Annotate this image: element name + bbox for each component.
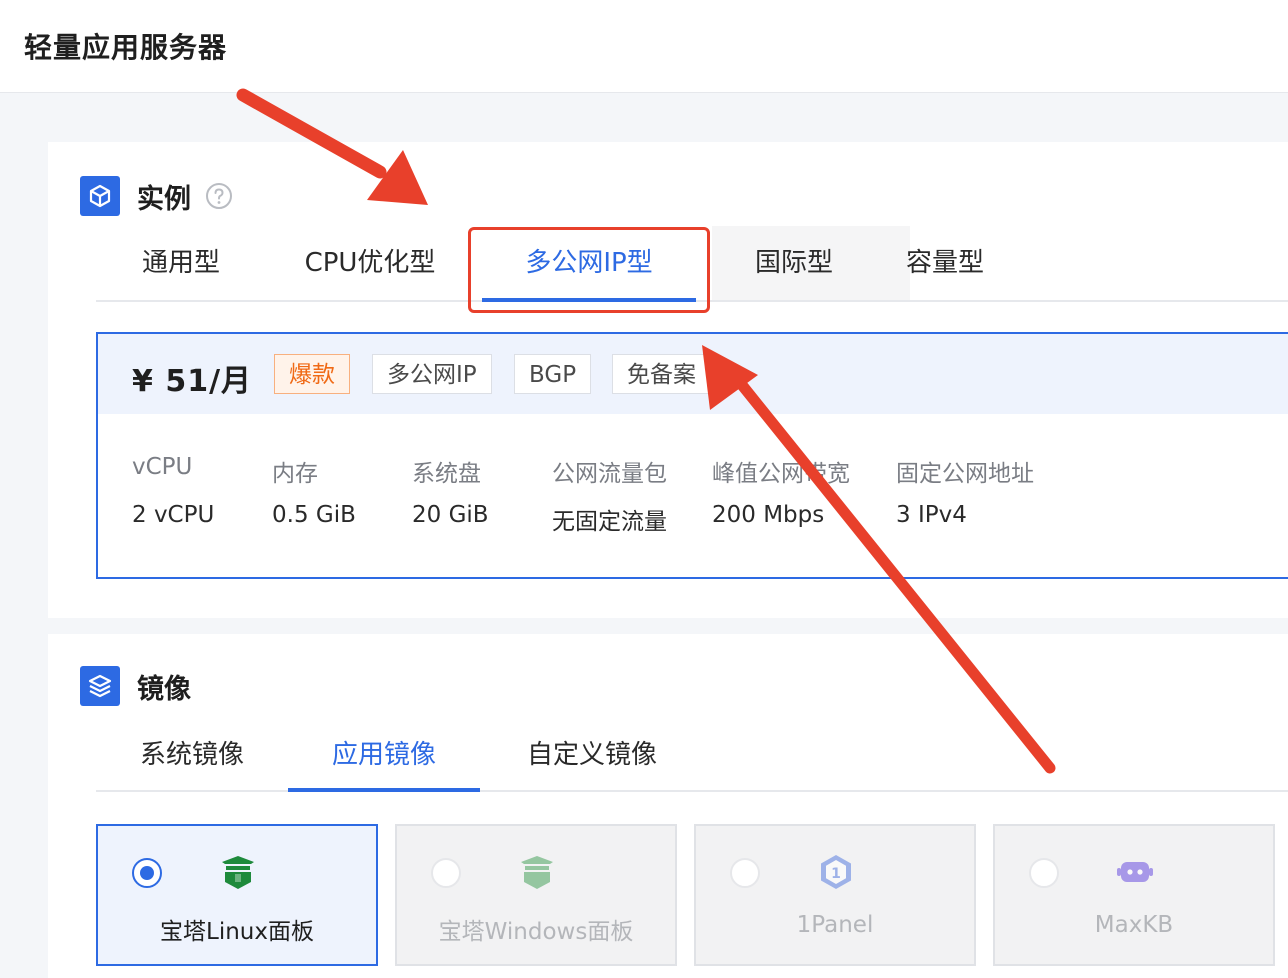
image-option-maxkb[interactable]: MaxKB xyxy=(993,824,1275,966)
svg-text:1: 1 xyxy=(831,866,841,882)
spec-value-memory: 0.5 GiB xyxy=(272,502,356,528)
page-title: 轻量应用服务器 xyxy=(24,31,228,64)
spec-value-disk: 20 GiB xyxy=(412,502,489,528)
spec-value-traffic: 无固定流量 xyxy=(552,509,667,535)
baota-icon xyxy=(521,856,553,889)
cube-icon xyxy=(80,176,120,216)
spec-label-traffic: 公网流量包 xyxy=(552,461,667,487)
spec-label-memory: 内存 xyxy=(272,461,318,487)
radio-button[interactable] xyxy=(431,858,461,888)
tab-app-image[interactable]: 应用镜像 xyxy=(288,720,480,792)
tag-hot: 爆款 xyxy=(274,354,350,394)
active-tab-underline xyxy=(288,788,480,792)
tab-cpu-optimized[interactable]: CPU优化型 xyxy=(300,226,440,300)
instance-section-header: 实例 xyxy=(80,176,233,216)
tab-label: 应用镜像 xyxy=(331,740,436,770)
annotation-highlight-box xyxy=(468,227,710,313)
tab-label: 国际型 xyxy=(754,248,833,278)
layers-icon xyxy=(80,666,120,706)
tab-label: 系统镜像 xyxy=(139,740,244,770)
tab-label: CPU优化型 xyxy=(304,248,436,278)
spec-value-vcpu: 2 vCPU xyxy=(132,502,215,528)
radio-button[interactable] xyxy=(1029,858,1059,888)
instance-panel: 实例 通用型 CPU优化型 多公网IP型 国际型 容量型 ¥ 51/月 爆款 多… xyxy=(48,142,1288,618)
plan-card-header: ¥ 51/月 爆款 多公网IP BGP 免备案 xyxy=(98,334,1288,414)
plan-price: ¥ 51/月 xyxy=(132,364,253,399)
radio-button[interactable] xyxy=(132,858,162,888)
image-option-baota-linux[interactable]: 宝塔Linux面板 xyxy=(96,824,378,966)
image-option-name: 宝塔Linux面板 xyxy=(160,919,314,945)
tab-system-image[interactable]: 系统镜像 xyxy=(136,720,248,790)
image-option-name: 1Panel xyxy=(796,912,874,938)
tag-bgp: BGP xyxy=(514,354,592,394)
maxkb-icon xyxy=(1117,862,1153,882)
image-section-title: 镜像 xyxy=(137,673,191,705)
image-type-tabs: 系统镜像 应用镜像 自定义镜像 xyxy=(96,720,1288,792)
help-icon[interactable] xyxy=(205,182,233,210)
spec-label-vcpu: vCPU xyxy=(132,454,193,480)
spec-value-bandwidth: 200 Mbps xyxy=(712,502,825,528)
tab-general[interactable]: 通用型 xyxy=(136,226,226,300)
image-panel: 镜像 系统镜像 应用镜像 自定义镜像 宝塔Linux面板 宝塔Windows面板… xyxy=(48,634,1288,978)
1panel-icon: 1 xyxy=(821,855,851,889)
radio-button[interactable] xyxy=(730,858,760,888)
baota-icon xyxy=(222,856,254,889)
spec-label-disk: 系统盘 xyxy=(412,461,481,487)
tab-label: 自定义镜像 xyxy=(526,740,657,770)
instance-section-title: 实例 xyxy=(137,183,191,215)
tab-label: 容量型 xyxy=(905,248,984,278)
tab-label: 通用型 xyxy=(141,248,220,278)
image-option-name: MaxKB xyxy=(1094,912,1174,938)
image-option-name: 宝塔Windows面板 xyxy=(438,919,634,945)
tab-international[interactable]: 国际型 xyxy=(712,226,910,300)
image-option-baota-windows[interactable]: 宝塔Windows面板 xyxy=(395,824,677,966)
tag-no-filing: 免备案 xyxy=(612,354,711,394)
image-option-1panel[interactable]: 1 1Panel xyxy=(694,824,976,966)
spec-label-bandwidth: 峰值公网带宽 xyxy=(712,461,850,487)
image-section-header: 镜像 xyxy=(80,666,191,706)
tag-multi-ip: 多公网IP xyxy=(372,354,492,394)
plan-card[interactable]: ¥ 51/月 爆款 多公网IP BGP 免备案 vCPU 2 vCPU 内存 0… xyxy=(96,332,1288,579)
spec-label-ip: 固定公网地址 xyxy=(896,461,1034,487)
tab-custom-image[interactable]: 自定义镜像 xyxy=(522,720,662,790)
top-bar: 轻量应用服务器 xyxy=(0,0,1288,93)
tab-capacity[interactable]: 容量型 xyxy=(900,226,990,300)
spec-value-ip: 3 IPv4 xyxy=(896,502,967,528)
